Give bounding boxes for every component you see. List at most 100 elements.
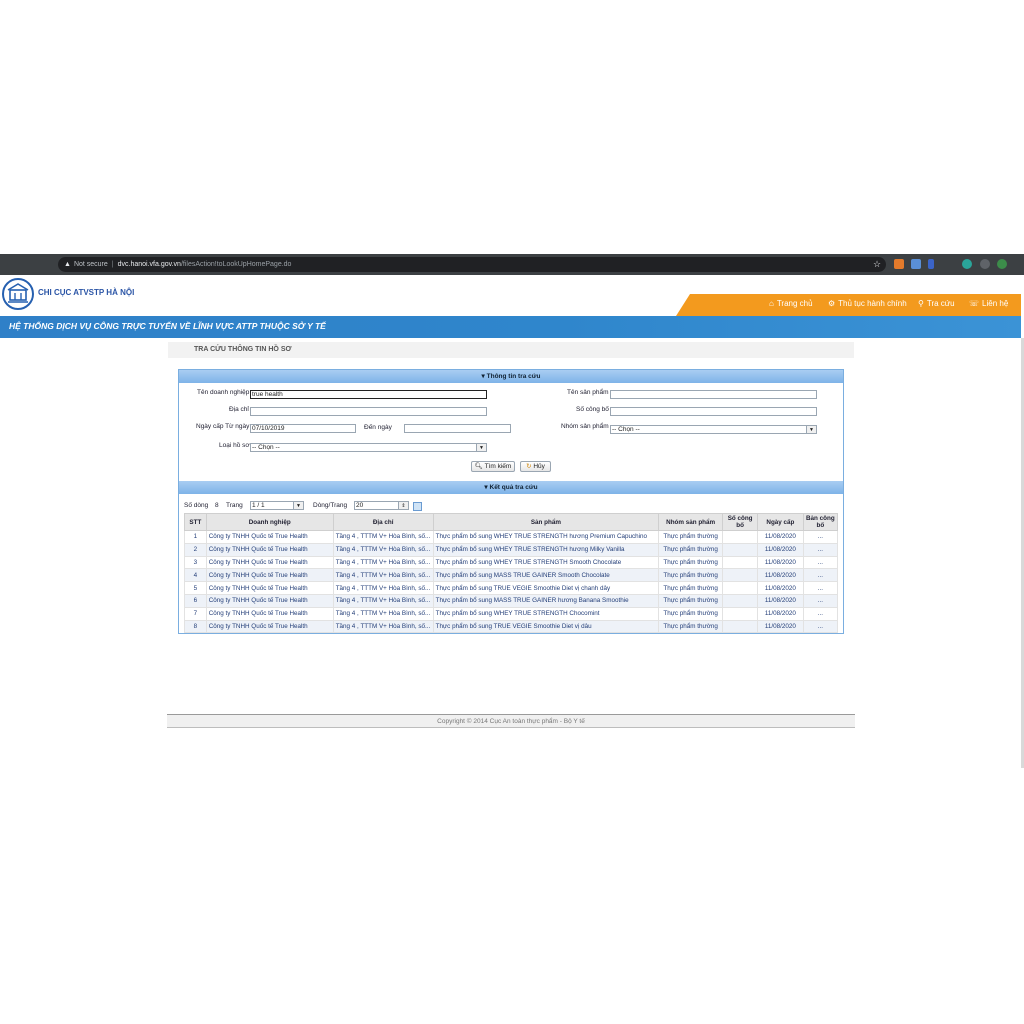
nav-lookup[interactable]: ⚲ Tra cứu [918, 299, 955, 308]
cell-product-group: Thực phẩm thường [658, 619, 724, 634]
record-type-value: -- Chọn -- [252, 444, 280, 451]
cell-announcement-doc[interactable]: ... [802, 606, 839, 621]
cell-announcement-doc[interactable]: ... [802, 581, 839, 595]
dropdown-arrow-icon: ▼ [476, 444, 486, 451]
col-product[interactable]: Sản phẩm [432, 513, 660, 531]
cell-product-group: Thực phẩm thường [658, 530, 724, 544]
nav-contact-label: Liên hệ [982, 299, 1009, 308]
address-bar[interactable]: ▲ Not secure | dvc.hanoi.vfa.gov.vn/filesAc… [58, 257, 886, 272]
product-name-label: Tên sản phẩm [567, 389, 609, 396]
page-label: Trang [226, 502, 243, 509]
date-from-input[interactable]: 07/10/2019 [250, 424, 356, 433]
cell-product-group: Thực phẩm thường [658, 606, 724, 621]
cancel-button[interactable]: ↻ Hủy [520, 461, 551, 472]
cell-stt: 4 [184, 568, 207, 583]
warning-icon: ▲ [64, 261, 71, 268]
cell-product: Thực phẩm bổ sung MASS TRUE GAINER Smoot… [432, 568, 660, 583]
cell-announcement-doc[interactable]: ... [802, 542, 839, 557]
cell-product: Thực phẩm bổ sung WHEY TRUE STRENGTH hươ… [432, 530, 660, 544]
phone-icon: ☏ [969, 299, 980, 308]
cell-company: Công ty TNHH Quốc tế True Health [205, 619, 334, 634]
export-icon[interactable] [413, 502, 422, 511]
nav-home[interactable]: ⌂ Trang chủ [769, 299, 813, 308]
record-type-label: Loại hồ sơ [219, 442, 250, 449]
page-select[interactable]: 1 / 1 ▼ [250, 501, 304, 510]
table-row[interactable]: 1 Công ty TNHH Quốc tế True Health Tầng 4 … [184, 530, 839, 544]
nav-procedures-label: Thủ tục hành chính [838, 299, 907, 308]
cell-address: Tầng 4 , TTTM V+ Hòa Bình, số... [332, 581, 434, 595]
record-type-select[interactable]: -- Chọn -- ▼ [250, 443, 487, 452]
table-row[interactable]: 2 Công ty TNHH Quốc tế True Health Tầng 4 … [184, 542, 839, 557]
extension-icon-3[interactable] [928, 259, 934, 269]
cell-announcement-doc[interactable]: ... [802, 593, 839, 608]
system-title: HỆ THỐNG DỊCH VỤ CÔNG TRỰC TUYẾN VỀ LĨNH… [9, 321, 326, 331]
bookmark-star-icon[interactable]: ☆ [873, 259, 881, 270]
col-announcement-doc[interactable]: Bản công bố [802, 513, 839, 531]
cell-company: Công ty TNHH Quốc tế True Health [205, 568, 334, 583]
announcement-no-input[interactable] [610, 407, 817, 416]
cell-address: Tầng 4 , TTTM V+ Hòa Bình, số... [332, 555, 434, 570]
product-name-input[interactable] [610, 390, 817, 399]
rows-per-page-input[interactable]: 20 ⇕ [354, 501, 409, 510]
cell-address: Tầng 4 , TTTM V+ Hòa Bình, số... [332, 619, 434, 634]
magnifier-icon: 🔍︎ [474, 463, 485, 470]
date-to-label: Đến ngày [364, 424, 392, 431]
extension-icon-5[interactable] [980, 259, 990, 269]
security-label: Not secure [73, 261, 108, 268]
cell-product-group: Thực phẩm thường [658, 555, 724, 570]
col-issue-date[interactable]: Ngày cấp [757, 513, 804, 531]
company-name-input[interactable]: true health [250, 390, 487, 399]
col-company[interactable]: Doanh nghiệp [205, 513, 334, 531]
table-row[interactable]: 5 Công ty TNHH Quốc tế True Health Tầng 4 … [184, 581, 839, 595]
cell-announcement-doc[interactable]: ... [802, 530, 839, 544]
cell-company: Công ty TNHH Quốc tế True Health [205, 606, 334, 621]
address-label: Địa chỉ [229, 406, 249, 413]
table-row[interactable]: 4 Công ty TNHH Quốc tế True Health Tầng 4 … [184, 568, 839, 583]
cell-product-group: Thực phẩm thường [658, 581, 724, 595]
cell-announcement-doc[interactable]: ... [802, 568, 839, 583]
cell-announcement-no [722, 568, 759, 583]
site-logo[interactable] [2, 278, 34, 310]
cell-issue-date: 11/08/2020 [757, 581, 804, 595]
cell-announcement-doc[interactable]: ... [802, 555, 839, 570]
cell-product: Thực phẩm bổ sung MASS TRUE GAINER hương… [432, 593, 660, 608]
cell-stt: 1 [184, 530, 207, 544]
col-product-group[interactable]: Nhóm sản phẩm [658, 513, 724, 531]
col-stt[interactable]: STT [184, 513, 207, 531]
cell-address: Tầng 4 , TTTM V+ Hòa Bình, số... [332, 593, 434, 608]
url-host: dvc.hanoi.vfa.gov.vn [117, 261, 181, 268]
extension-icon-1[interactable] [894, 259, 904, 269]
nav-home-label: Trang chủ [776, 299, 813, 308]
page-title: TRA CỨU THÔNG TIN HỒ SƠ [194, 346, 292, 353]
cell-stt: 2 [184, 542, 207, 557]
cell-product: Thực phẩm bổ sung TRUE VEGIE Smoothie Di… [432, 581, 660, 595]
cell-announcement-no [722, 606, 759, 621]
cell-issue-date: 11/08/2020 [757, 593, 804, 608]
address-input[interactable] [250, 407, 487, 416]
col-address[interactable]: Địa chỉ [332, 513, 434, 531]
cell-product-group: Thực phẩm thường [658, 542, 724, 557]
announcement-no-label: Số công bố [576, 406, 609, 413]
table-row[interactable]: 6 Công ty TNHH Quốc tế True Health Tầng 4 … [184, 593, 839, 608]
date-to-input[interactable] [404, 424, 511, 433]
company-name-label: Tên doanh nghiệp [197, 389, 250, 396]
search-button[interactable]: 🔍︎ Tìm kiếm [471, 461, 515, 472]
search-section-header[interactable]: ▾ Thông tin tra cứu [179, 370, 843, 383]
cell-stt: 6 [184, 593, 207, 608]
nav-procedures[interactable]: ⚙ Thủ tục hành chính [828, 299, 907, 308]
results-section-header[interactable]: ▾ Kết quả tra cứu [179, 481, 843, 494]
cell-issue-date: 11/08/2020 [757, 530, 804, 544]
cell-announcement-doc[interactable]: ... [802, 619, 839, 634]
rows-per-page-value: 20 [356, 502, 364, 509]
nav-contact[interactable]: ☏ Liên hệ [969, 299, 1008, 308]
cell-issue-date: 11/08/2020 [757, 606, 804, 621]
profile-avatar[interactable] [997, 259, 1007, 269]
product-group-select[interactable]: -- Chọn -- ▼ [610, 425, 817, 434]
table-row[interactable]: 3 Công ty TNHH Quốc tế True Health Tầng 4 … [184, 555, 839, 570]
extension-icon-4[interactable] [962, 259, 972, 269]
table-row[interactable]: 8 Công ty TNHH Quốc tế True Health Tầng 4 … [184, 619, 839, 634]
cell-product: Thực phẩm bổ sung WHEY TRUE STRENGTH Cho… [432, 606, 660, 621]
table-row[interactable]: 7 Công ty TNHH Quốc tế True Health Tầng 4 … [184, 606, 839, 621]
col-announcement-no[interactable]: Số công bố [722, 513, 759, 531]
extension-icon-2[interactable] [911, 259, 921, 269]
